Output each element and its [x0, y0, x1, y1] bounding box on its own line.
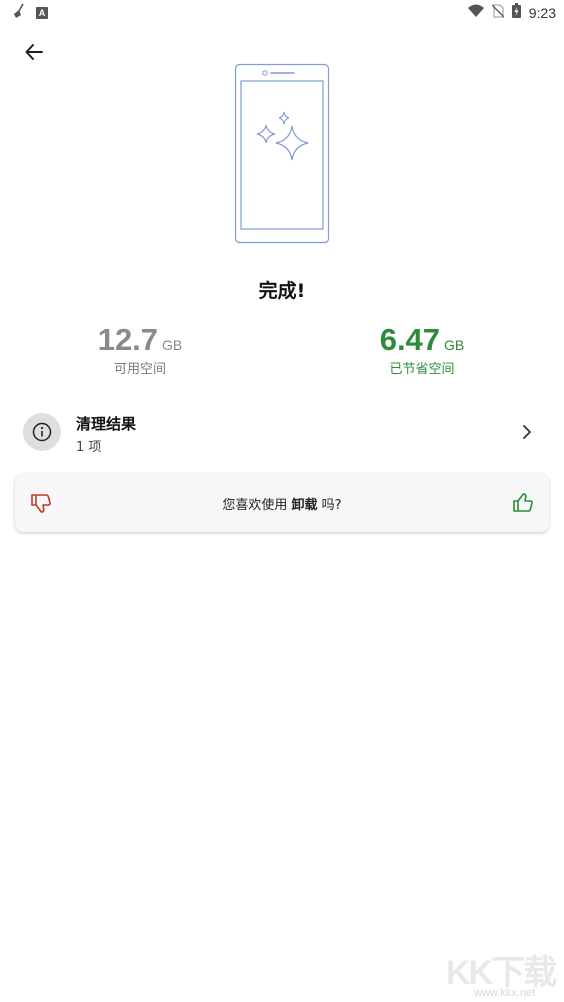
thumbs-up-icon[interactable] — [511, 491, 535, 515]
free-space-value-row: 12.7 GB — [40, 322, 240, 358]
arrow-left-icon — [25, 43, 43, 65]
cleanup-results-row[interactable]: 清理结果 1 项 — [0, 405, 564, 461]
feedback-prefix: 您喜欢使用 — [222, 498, 292, 513]
phone-sparkle-illustration — [234, 63, 330, 244]
status-bar: A 9:23 — [0, 0, 564, 24]
no-sim-icon — [491, 3, 505, 22]
free-space-value: 12.7 — [97, 322, 159, 357]
watermark-url: www.kkx.net — [474, 987, 536, 999]
saved-space-value-row: 6.47 GB — [322, 322, 522, 358]
feedback-card: 您喜欢使用 卸载 吗? — [15, 474, 549, 532]
status-bar-right: 9:23 — [467, 3, 556, 22]
saved-space-label: 已节省空间 — [389, 362, 455, 377]
status-bar-left: A — [12, 3, 48, 23]
battery-icon — [511, 3, 521, 22]
back-button[interactable] — [16, 36, 52, 72]
feedback-question: 您喜欢使用 卸载 吗? — [15, 494, 549, 513]
page-title: 完成! — [258, 280, 306, 302]
free-space-unit: GB — [162, 337, 183, 353]
saved-space-stat: 6.47 GB 已节省空间 — [322, 322, 522, 377]
a-badge-icon: A — [36, 7, 48, 19]
free-space-stat: 12.7 GB 可用空间 — [40, 322, 240, 377]
watermark: KK下载 www.kkx.net — [446, 945, 564, 1002]
info-icon — [23, 413, 61, 451]
results-count: 1 项 — [76, 440, 102, 455]
wifi-icon — [467, 3, 484, 22]
chevron-right-icon — [522, 424, 532, 444]
status-time: 9:23 — [528, 4, 556, 21]
results-title: 清理结果 — [76, 415, 137, 433]
saved-space-value: 6.47 — [379, 322, 441, 357]
feedback-app-name: 卸载 — [291, 498, 318, 513]
feedback-suffix: 吗? — [317, 498, 342, 513]
broom-icon — [12, 3, 26, 23]
free-space-label: 可用空间 — [113, 362, 166, 377]
saved-space-unit: GB — [444, 337, 465, 353]
